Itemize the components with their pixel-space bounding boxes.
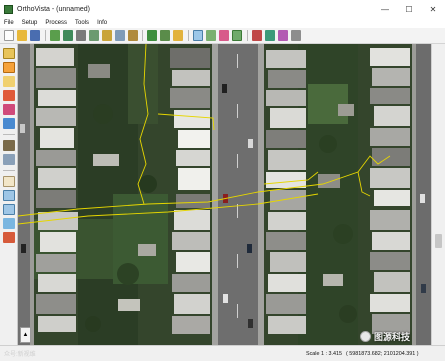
orthophoto-canvas[interactable] xyxy=(18,44,431,345)
close-button[interactable]: ✕ xyxy=(421,0,445,18)
toolbar-separator xyxy=(45,30,46,41)
zoom-in-icon[interactable] xyxy=(3,190,15,201)
folder-icon[interactable] xyxy=(160,30,170,41)
tone-icon[interactable] xyxy=(232,30,242,41)
import-icon[interactable] xyxy=(50,30,60,41)
app-logo-icon xyxy=(4,4,13,14)
scroll-thumb[interactable] xyxy=(435,234,442,248)
polygon-icon[interactable] xyxy=(3,90,15,101)
mosaic-icon[interactable] xyxy=(63,30,73,41)
coordinate-readout: ( 5981873.682; 2101204.391 ) xyxy=(346,351,419,357)
pan-arrow-icon[interactable]: ▲ xyxy=(20,327,31,343)
status-bar: 众号:新视维 Scale 1 : 3.415 ( 5981873.682; 21… xyxy=(0,345,445,361)
seam-icon[interactable] xyxy=(3,76,15,87)
left-toolbar xyxy=(0,44,18,345)
colour-icon[interactable] xyxy=(219,30,229,41)
aerial-image xyxy=(18,44,431,345)
new-icon[interactable] xyxy=(4,30,14,41)
minimize-button[interactable]: — xyxy=(373,0,397,18)
edit-icon[interactable] xyxy=(102,30,112,41)
home-icon[interactable] xyxy=(3,232,15,243)
palette-icon[interactable] xyxy=(252,30,262,41)
zoom-icon[interactable] xyxy=(193,30,203,41)
menu-setup[interactable]: Setup xyxy=(18,20,42,26)
select-frame-icon[interactable] xyxy=(3,62,15,73)
settings-icon[interactable] xyxy=(291,30,301,41)
menu-file[interactable]: File xyxy=(0,20,18,26)
toolbar-separator xyxy=(3,134,15,135)
toolbar-separator xyxy=(142,30,143,41)
layers-icon[interactable] xyxy=(3,118,15,129)
window-controls: — ☐ ✕ xyxy=(373,0,445,18)
title-bar: OrthoVista - (unnamed) — ☐ ✕ xyxy=(0,0,445,18)
measure-icon[interactable] xyxy=(3,140,15,151)
maximize-button[interactable]: ☐ xyxy=(397,0,421,18)
tone-adjust-icon[interactable] xyxy=(3,154,15,165)
select-icon[interactable] xyxy=(173,30,183,41)
vertical-scrollbar[interactable] xyxy=(431,44,445,345)
brush-icon[interactable] xyxy=(3,104,15,115)
menu-bar: File Setup Process Tools Info xyxy=(0,18,445,28)
menu-process[interactable]: Process xyxy=(41,20,71,26)
window-title: OrthoVista - (unnamed) xyxy=(17,5,91,13)
grid-icon[interactable] xyxy=(89,30,99,41)
watermark-logo-icon xyxy=(360,330,371,342)
link-icon[interactable] xyxy=(206,30,216,41)
toolbar-separator xyxy=(188,30,189,41)
hand-icon[interactable] xyxy=(3,176,15,187)
fit-icon[interactable] xyxy=(3,218,15,229)
menu-tools[interactable]: Tools xyxy=(71,20,93,26)
layers-icon[interactable] xyxy=(115,30,125,41)
pointer-icon[interactable] xyxy=(3,48,15,59)
zoom-out-icon[interactable] xyxy=(3,204,15,215)
save-icon[interactable] xyxy=(30,30,40,41)
main-toolbar xyxy=(0,28,445,44)
view-icon[interactable] xyxy=(265,30,275,41)
toolbar-separator xyxy=(247,30,248,41)
menu-info[interactable]: Info xyxy=(93,20,111,26)
cut-icon[interactable] xyxy=(76,30,86,41)
open-icon[interactable] xyxy=(17,30,27,41)
export-icon[interactable] xyxy=(128,30,138,41)
toolbar-separator xyxy=(3,170,15,171)
watermark: 图源科技 xyxy=(360,329,410,343)
watermark-text: 图源科技 xyxy=(374,331,411,342)
scale-readout: Scale 1 : 3.415 xyxy=(306,351,342,357)
help-icon[interactable] xyxy=(278,30,288,41)
tiles-icon[interactable] xyxy=(147,30,157,41)
bottom-left-watermark: 众号:新视维 xyxy=(4,352,36,358)
